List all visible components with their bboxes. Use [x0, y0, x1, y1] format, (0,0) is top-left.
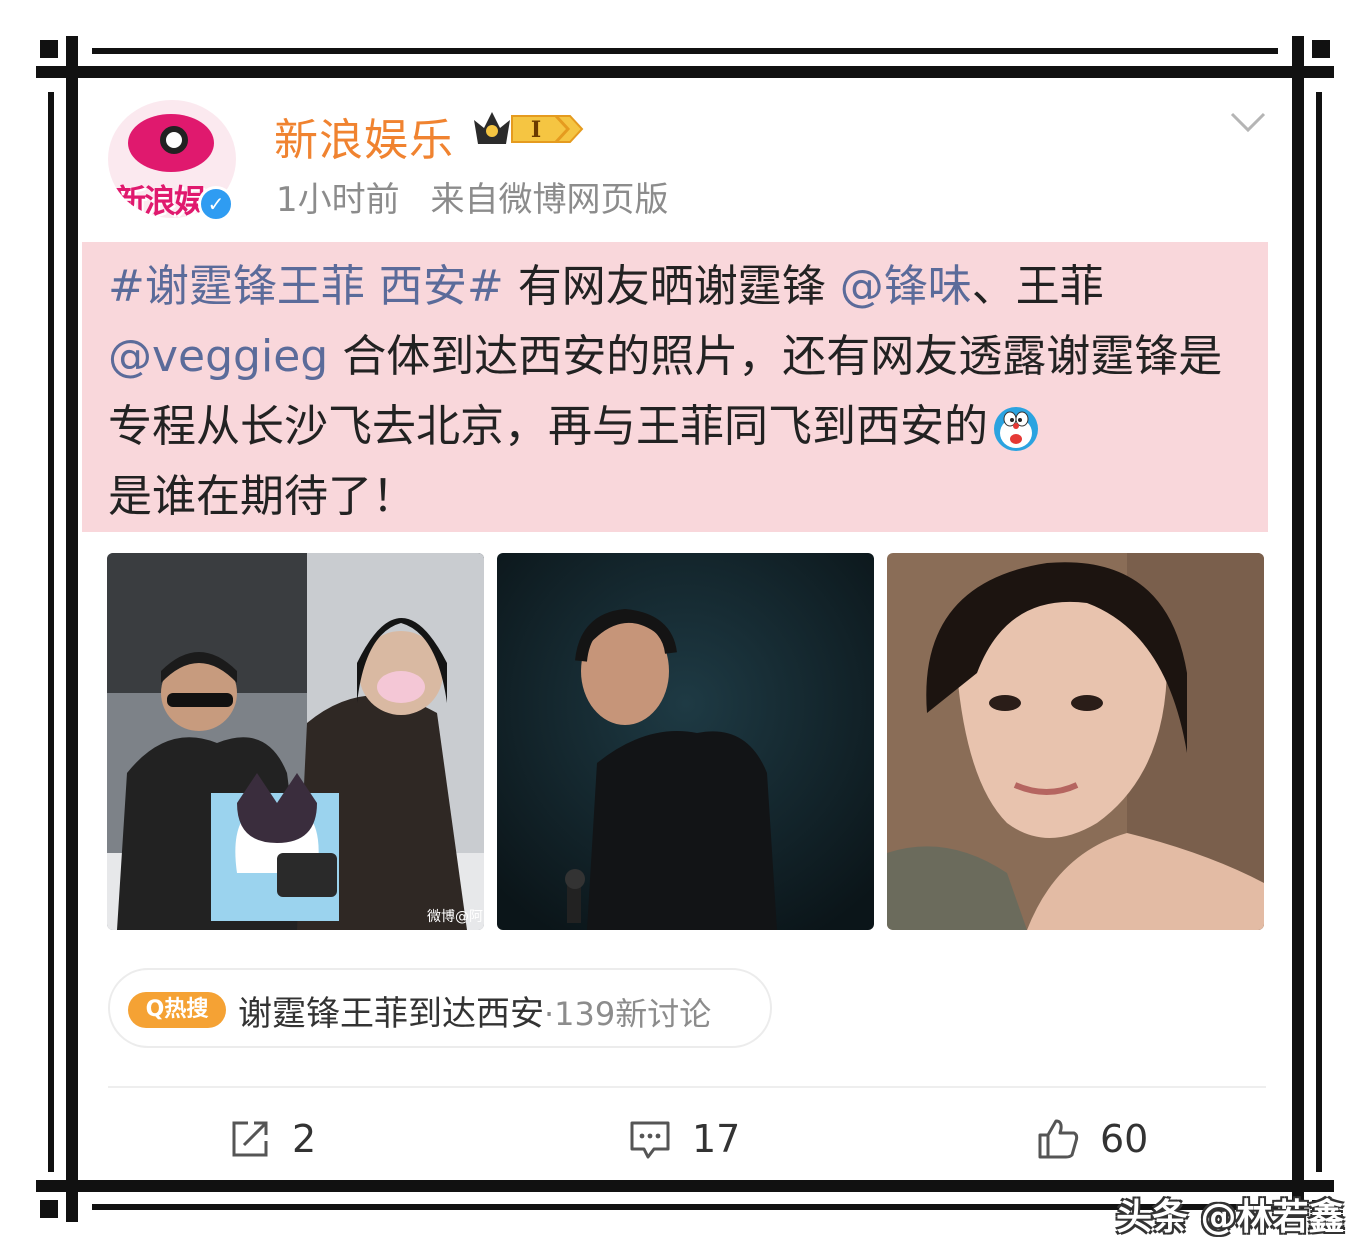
- frame-top-inner: [92, 48, 1278, 54]
- thumbs-up-icon: [1038, 1119, 1079, 1159]
- post-text: #谢霆锋王菲 西安# 有网友晒谢霆锋 @锋味、王菲 @veggieg 合体到达西…: [82, 242, 1268, 532]
- hot-search-discussion: ·139新讨论: [544, 995, 712, 1033]
- mention-link-veggieg[interactable]: @veggieg: [108, 331, 328, 382]
- repost-button[interactable]: 2: [228, 1114, 316, 1164]
- frame-right-inner: [1316, 92, 1322, 1172]
- frame-bottom-inner: [92, 1204, 1278, 1210]
- frame-left-outer: [66, 36, 78, 1222]
- repost-icon: [232, 1121, 268, 1157]
- action-divider: [108, 1086, 1266, 1088]
- frame-corner-tl: [40, 40, 58, 58]
- comment-icon: [630, 1121, 670, 1159]
- frame-corner-bl: [40, 1200, 58, 1218]
- post-text-part-1: 有网友晒谢霆锋: [503, 261, 826, 312]
- verified-icon: ✓: [198, 186, 234, 222]
- frame-corner-tr: [1312, 40, 1330, 58]
- repost-count: 2: [292, 1117, 317, 1161]
- like-count: 60: [1100, 1117, 1149, 1161]
- hot-search-topic: 谢霆锋王菲到达西安: [238, 994, 544, 1034]
- post-photo-2[interactable]: [497, 553, 874, 930]
- hot-search-text: 谢霆锋王菲到达西安·139新讨论: [238, 986, 711, 1035]
- post-text-part-4: 是谁在期待了！: [108, 471, 416, 522]
- post-photo-3[interactable]: [887, 553, 1264, 930]
- hot-search-pill[interactable]: Q热搜 谢霆锋王菲到达西安·139新讨论: [108, 968, 772, 1048]
- frame-top-outer: [36, 66, 1334, 78]
- comment-count: 17: [692, 1117, 741, 1161]
- vip-level: I: [531, 117, 541, 143]
- doraemon-emoji-icon: [994, 407, 1038, 451]
- avatar-pupil: [160, 126, 188, 154]
- photo1-watermark: 微博@阿: [427, 908, 483, 925]
- frame-left-inner: [48, 92, 54, 1172]
- hashtag-link[interactable]: #谢霆锋王菲 西安#: [108, 261, 504, 312]
- toutiao-watermark: 头条 @林若鑫: [1116, 1197, 1345, 1238]
- vip-crown-icon: I: [474, 112, 584, 144]
- comment-button[interactable]: 17: [628, 1114, 740, 1164]
- hot-search-badge: Q热搜: [128, 992, 226, 1028]
- avatar-text: 新浪娱: [114, 182, 206, 218]
- chevron-down-icon[interactable]: [1228, 110, 1268, 134]
- post-meta: 1小时前 来自微博网页版: [276, 172, 688, 221]
- post-time: 1小时前: [276, 180, 400, 220]
- frame-right-outer: [1292, 36, 1304, 1222]
- post-photo-1[interactable]: 微博@阿: [107, 553, 484, 930]
- username[interactable]: 新浪娱乐: [274, 104, 454, 168]
- mention-link-fengwei[interactable]: @锋味: [840, 261, 972, 312]
- post-text-part-2: 、王菲: [971, 261, 1104, 312]
- post-source[interactable]: 来自微博网页版: [430, 180, 668, 220]
- like-button[interactable]: 60: [1036, 1114, 1148, 1164]
